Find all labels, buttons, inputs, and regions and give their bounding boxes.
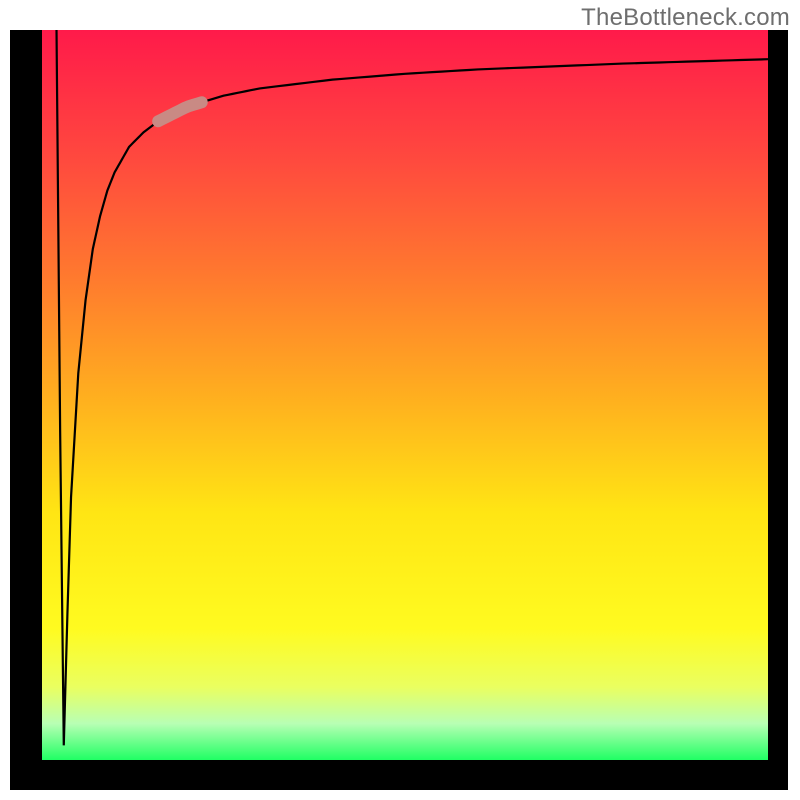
watermark-text: TheBottleneck.com xyxy=(581,4,790,32)
chart-frame: TheBottleneck.com xyxy=(0,0,800,800)
axis-border-left xyxy=(10,30,42,790)
curve-layer xyxy=(42,30,768,760)
plot-area xyxy=(10,30,788,790)
axis-border-bottom xyxy=(10,760,788,790)
main-curve xyxy=(57,30,768,745)
highlight-segment xyxy=(158,102,202,121)
axis-border-right xyxy=(768,30,788,790)
